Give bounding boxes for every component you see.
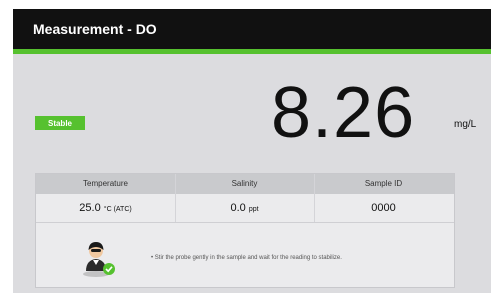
row-divider: [36, 222, 454, 223]
operator-icon: [80, 238, 120, 278]
status-badge: Stable: [35, 116, 85, 130]
sample-id-cell: 0000: [314, 202, 453, 214]
temperature-value: 25.0: [79, 202, 101, 214]
header-sample-id: Sample ID: [364, 179, 403, 188]
measurement-screen: Measurement - DO Stable 8.26 mg/L Temper…: [13, 9, 491, 293]
temperature-cell: 25.0 °C (ATC): [36, 202, 175, 214]
measurement-value: 8.26: [271, 73, 416, 153]
salinity-cell: 0.0 ppt: [175, 202, 314, 214]
temperature-unit: °C (ATC): [103, 206, 132, 213]
title-bar: Measurement - DO: [13, 9, 491, 54]
check-icon: [103, 263, 115, 275]
salinity-value: 0.0: [230, 202, 246, 214]
table-header: Temperature Salinity Sample ID: [36, 174, 454, 194]
sample-id-value: 0000: [371, 202, 396, 214]
instruction-label: Stir the probe gently in the sample and …: [154, 255, 342, 261]
measurement-unit: mg/L: [454, 119, 477, 130]
salinity-unit: ppt: [248, 206, 259, 213]
window-title: Measurement - DO: [33, 21, 157, 37]
info-panel: Temperature Salinity Sample ID 25.0 °C (…: [35, 173, 455, 288]
header-temperature: Temperature: [83, 179, 128, 188]
header-salinity: Salinity: [231, 179, 258, 188]
instruction-text: • Stir the probe gently in the sample an…: [151, 255, 342, 261]
column-divider: [175, 174, 176, 222]
column-divider: [314, 174, 315, 222]
